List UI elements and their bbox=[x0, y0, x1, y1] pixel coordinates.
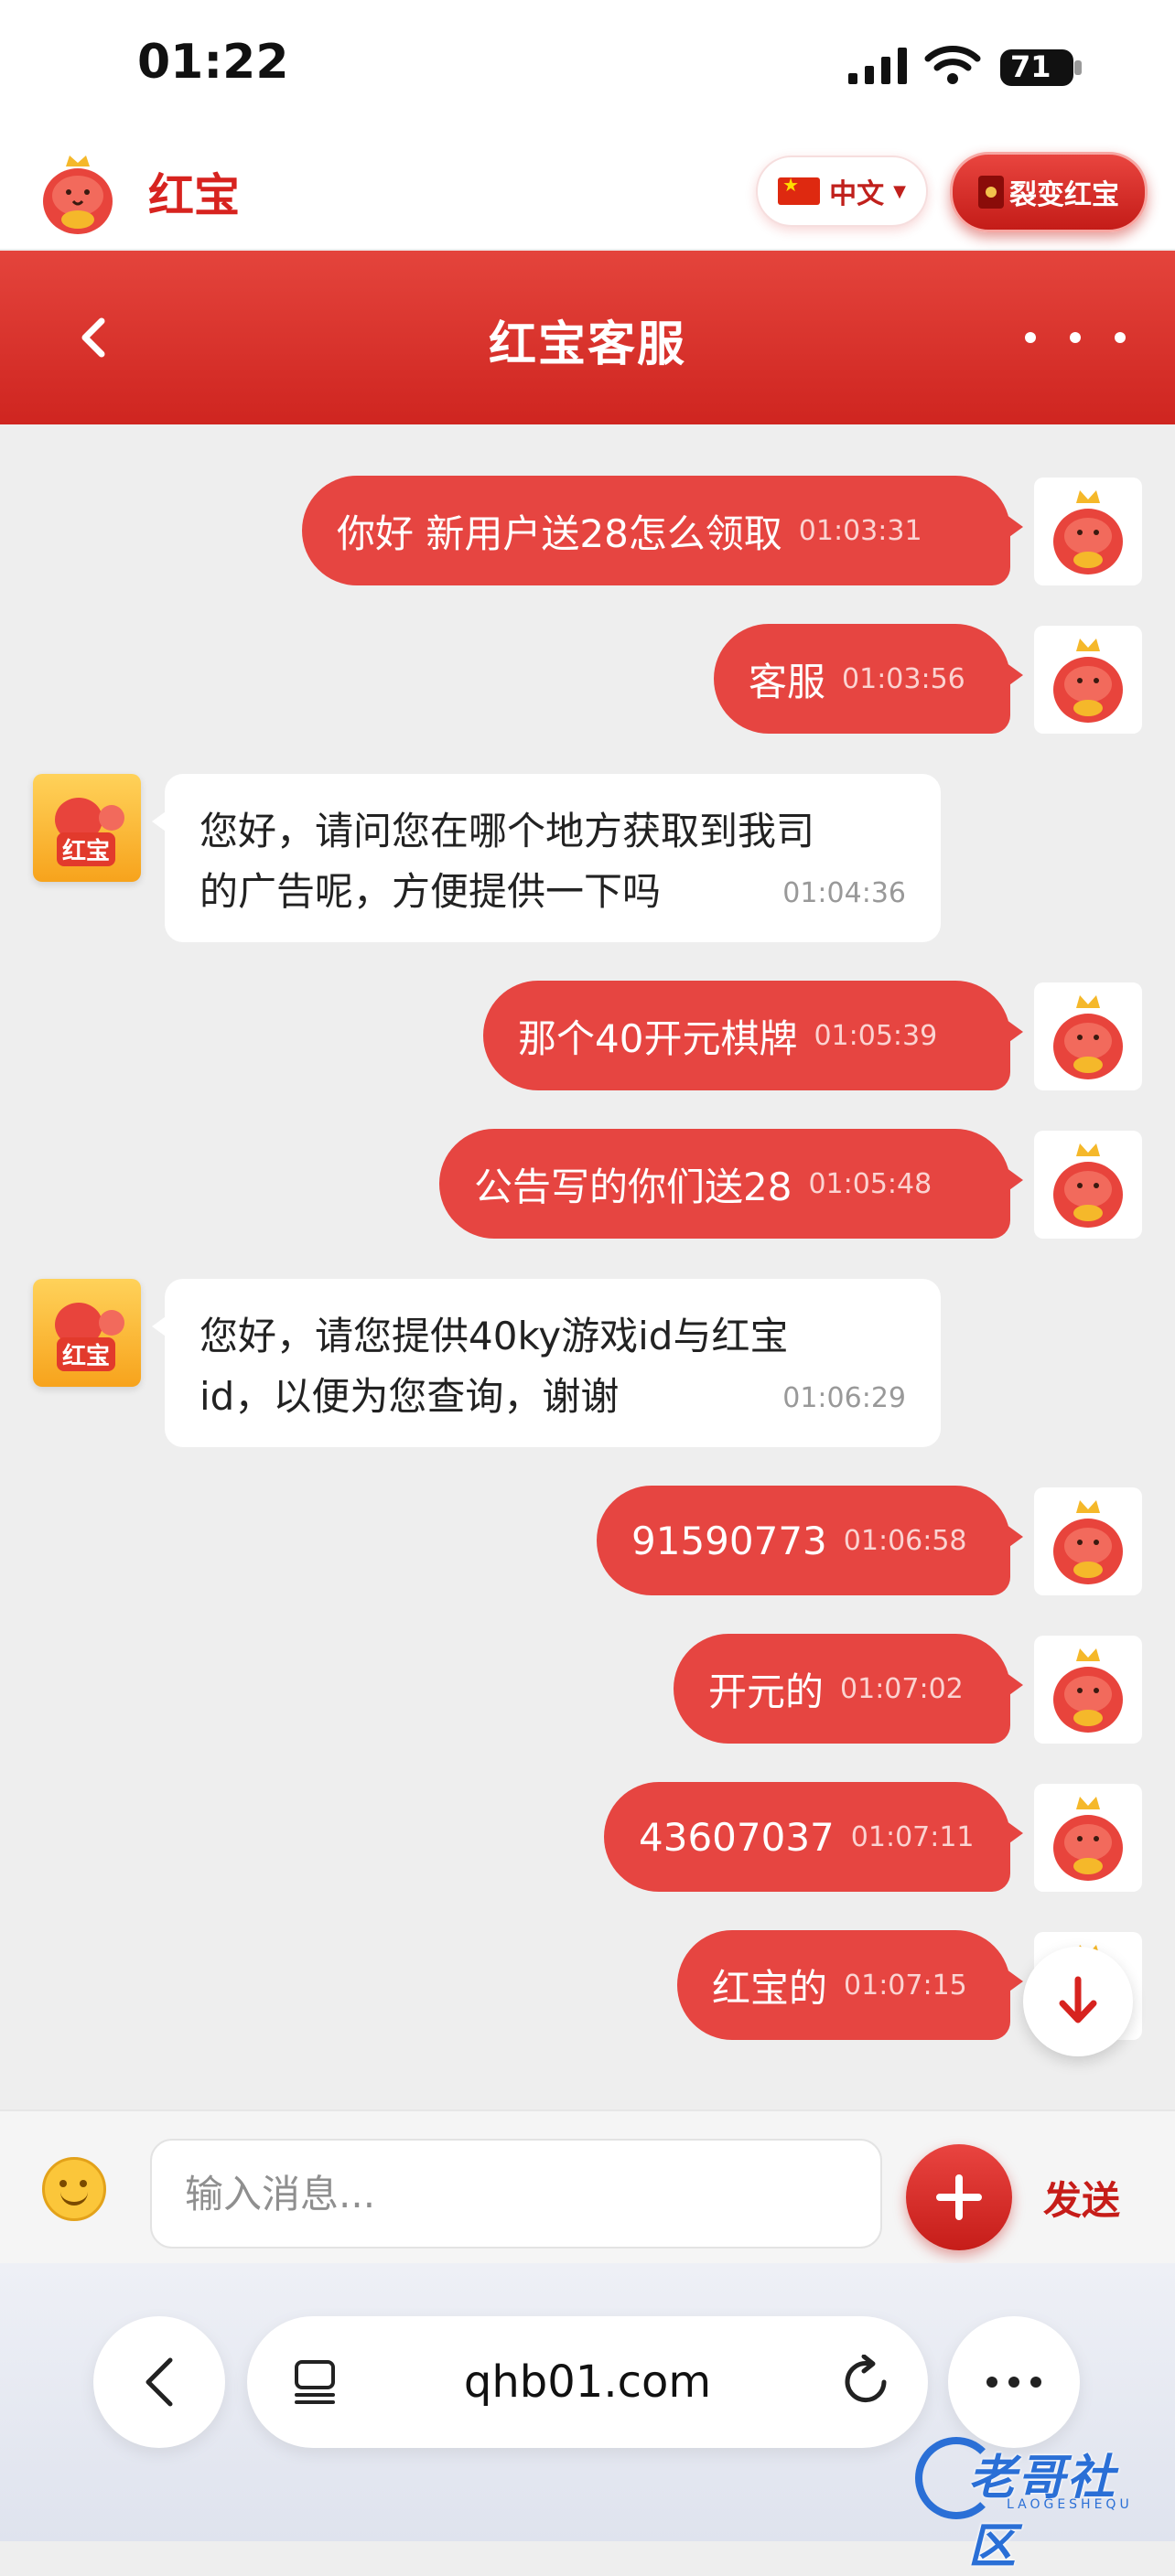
mascot-avatar-icon bbox=[1053, 490, 1123, 574]
outgoing-message: 43607037 01:07:11 bbox=[604, 1782, 1023, 1892]
user-avatar[interactable] bbox=[1034, 626, 1142, 734]
user-avatar[interactable] bbox=[1034, 982, 1142, 1090]
send-button[interactable]: 发送 bbox=[1043, 2170, 1120, 2226]
watermark-logo: 老哥社区 LAOGESHEQU bbox=[915, 2433, 1162, 2574]
message-text: 43607037 bbox=[639, 1814, 835, 1860]
app-header: 红宝 中文 ▼ 裂变红宝 bbox=[0, 137, 1175, 251]
dot-icon bbox=[1025, 332, 1036, 343]
message-time: 01:06:58 bbox=[843, 1524, 967, 1557]
incoming-message: 您好，请问您在哪个地方获取到我司 的广告呢，方便提供一下吗 01:04:36 bbox=[152, 774, 941, 942]
language-label: 中文 bbox=[829, 178, 885, 210]
battery-level: 71 bbox=[1010, 49, 1051, 84]
caret-down-icon: ▼ bbox=[893, 181, 906, 201]
reload-icon[interactable] bbox=[842, 2355, 893, 2410]
outgoing-message: 那个40开元棋牌 01:05:39 bbox=[483, 981, 1023, 1090]
outgoing-message: 开元的 01:07:02 bbox=[674, 1634, 1023, 1744]
user-avatar[interactable] bbox=[1034, 1784, 1142, 1892]
message-text-line: 您好，请您提供40ky游戏id与红宝 bbox=[199, 1314, 789, 1358]
chat-header: 红宝客服 bbox=[0, 251, 1175, 424]
message-text: 公告写的你们送28 bbox=[474, 1164, 792, 1209]
fission-redpacket-button[interactable]: 裂变红宝 bbox=[950, 152, 1148, 232]
support-avatar[interactable]: 红宝 bbox=[33, 1279, 141, 1387]
red-envelope-icon bbox=[978, 176, 1004, 209]
outgoing-message: 91590773 01:06:58 bbox=[597, 1486, 1023, 1595]
mascot-avatar-icon bbox=[1053, 639, 1123, 723]
status-time: 01:22 bbox=[137, 35, 289, 90]
dot-icon bbox=[1008, 2377, 1019, 2388]
mascot-avatar-icon bbox=[1053, 995, 1123, 1079]
message-text: 那个40开元棋牌 bbox=[518, 1015, 798, 1061]
outgoing-message: 客服 01:03:56 bbox=[714, 624, 1023, 734]
message-text: 开元的 bbox=[708, 1669, 825, 1714]
status-bar: 01:22 71 bbox=[0, 0, 1175, 137]
message-time: 01:05:39 bbox=[814, 1019, 938, 1052]
incoming-message: 您好，请您提供40ky游戏id与红宝 id，以便为您查询，谢谢 01:06:29 bbox=[152, 1279, 941, 1447]
arrow-down-icon bbox=[1059, 1976, 1097, 2023]
message-time: 01:07:02 bbox=[840, 1672, 964, 1705]
outgoing-message: 公告写的你们送28 01:05:48 bbox=[439, 1129, 1023, 1239]
mascot-avatar-icon bbox=[1053, 1797, 1123, 1881]
message-text: 红宝的 bbox=[712, 1965, 828, 2011]
language-selector[interactable]: 中文 ▼ bbox=[756, 156, 928, 227]
outgoing-message: 你好 新用户送28怎么领取 01:03:31 bbox=[302, 476, 1023, 585]
plus-icon bbox=[936, 2174, 982, 2220]
outgoing-message: 红宝的 01:07:15 bbox=[677, 1930, 1023, 2040]
support-avatar[interactable]: 红宝 bbox=[33, 774, 141, 882]
message-time: 01:07:15 bbox=[844, 1969, 967, 2002]
more-options-button[interactable] bbox=[1025, 315, 1126, 360]
browser-more-button[interactable] bbox=[948, 2316, 1080, 2448]
message-text-line: 您好，请问您在哪个地方获取到我司 bbox=[199, 809, 815, 853]
address-bar[interactable]: qhb01.com bbox=[247, 2316, 928, 2448]
url-text: qhb01.com bbox=[463, 2356, 712, 2408]
china-flag-icon bbox=[778, 174, 821, 205]
dot-icon bbox=[1115, 332, 1126, 343]
message-time: 01:04:36 bbox=[782, 877, 906, 909]
brand-name: 红宝 bbox=[148, 169, 240, 222]
fission-button-label: 裂变红宝 bbox=[1009, 179, 1119, 211]
browser-back-button[interactable] bbox=[93, 2316, 225, 2448]
mascot-avatar-icon bbox=[1053, 1648, 1123, 1733]
message-text: 你好 新用户送28怎么领取 bbox=[337, 510, 782, 556]
user-avatar[interactable] bbox=[1034, 1487, 1142, 1595]
message-time: 01:06:29 bbox=[782, 1382, 906, 1414]
watermark-subtext: LAOGESHEQU bbox=[1007, 2497, 1133, 2512]
support-avatar-badge: 红宝 bbox=[57, 1337, 116, 1371]
message-time: 01:07:11 bbox=[850, 1820, 975, 1853]
mascot-avatar-icon bbox=[1053, 1500, 1123, 1584]
user-avatar[interactable] bbox=[1034, 478, 1142, 585]
cellular-signal-icon bbox=[848, 48, 907, 84]
support-avatar-badge: 红宝 bbox=[57, 832, 116, 866]
battery-icon: 71 bbox=[999, 48, 1083, 88]
emoji-icon[interactable] bbox=[42, 2157, 106, 2221]
message-time: 01:03:31 bbox=[798, 514, 922, 547]
chat-title: 红宝客服 bbox=[488, 317, 686, 372]
scroll-to-bottom-button[interactable] bbox=[1023, 1947, 1133, 2056]
brand-mascot-logo bbox=[43, 156, 113, 234]
user-avatar[interactable] bbox=[1034, 1131, 1142, 1239]
mascot-avatar-icon bbox=[1053, 1143, 1123, 1228]
dot-icon bbox=[1030, 2377, 1041, 2388]
message-time: 01:03:56 bbox=[842, 662, 965, 695]
message-text: 客服 bbox=[749, 659, 826, 704]
dot-icon bbox=[1070, 332, 1081, 343]
message-time: 01:05:48 bbox=[808, 1167, 932, 1200]
attach-button[interactable] bbox=[906, 2144, 1012, 2250]
chevron-left-icon bbox=[146, 2357, 173, 2407]
wifi-icon bbox=[924, 46, 981, 84]
message-text: 91590773 bbox=[631, 1518, 827, 1563]
user-avatar[interactable] bbox=[1034, 1636, 1142, 1744]
dot-icon bbox=[986, 2377, 997, 2388]
message-input[interactable] bbox=[150, 2139, 882, 2249]
message-input-bar: 发送 bbox=[0, 2109, 1175, 2265]
